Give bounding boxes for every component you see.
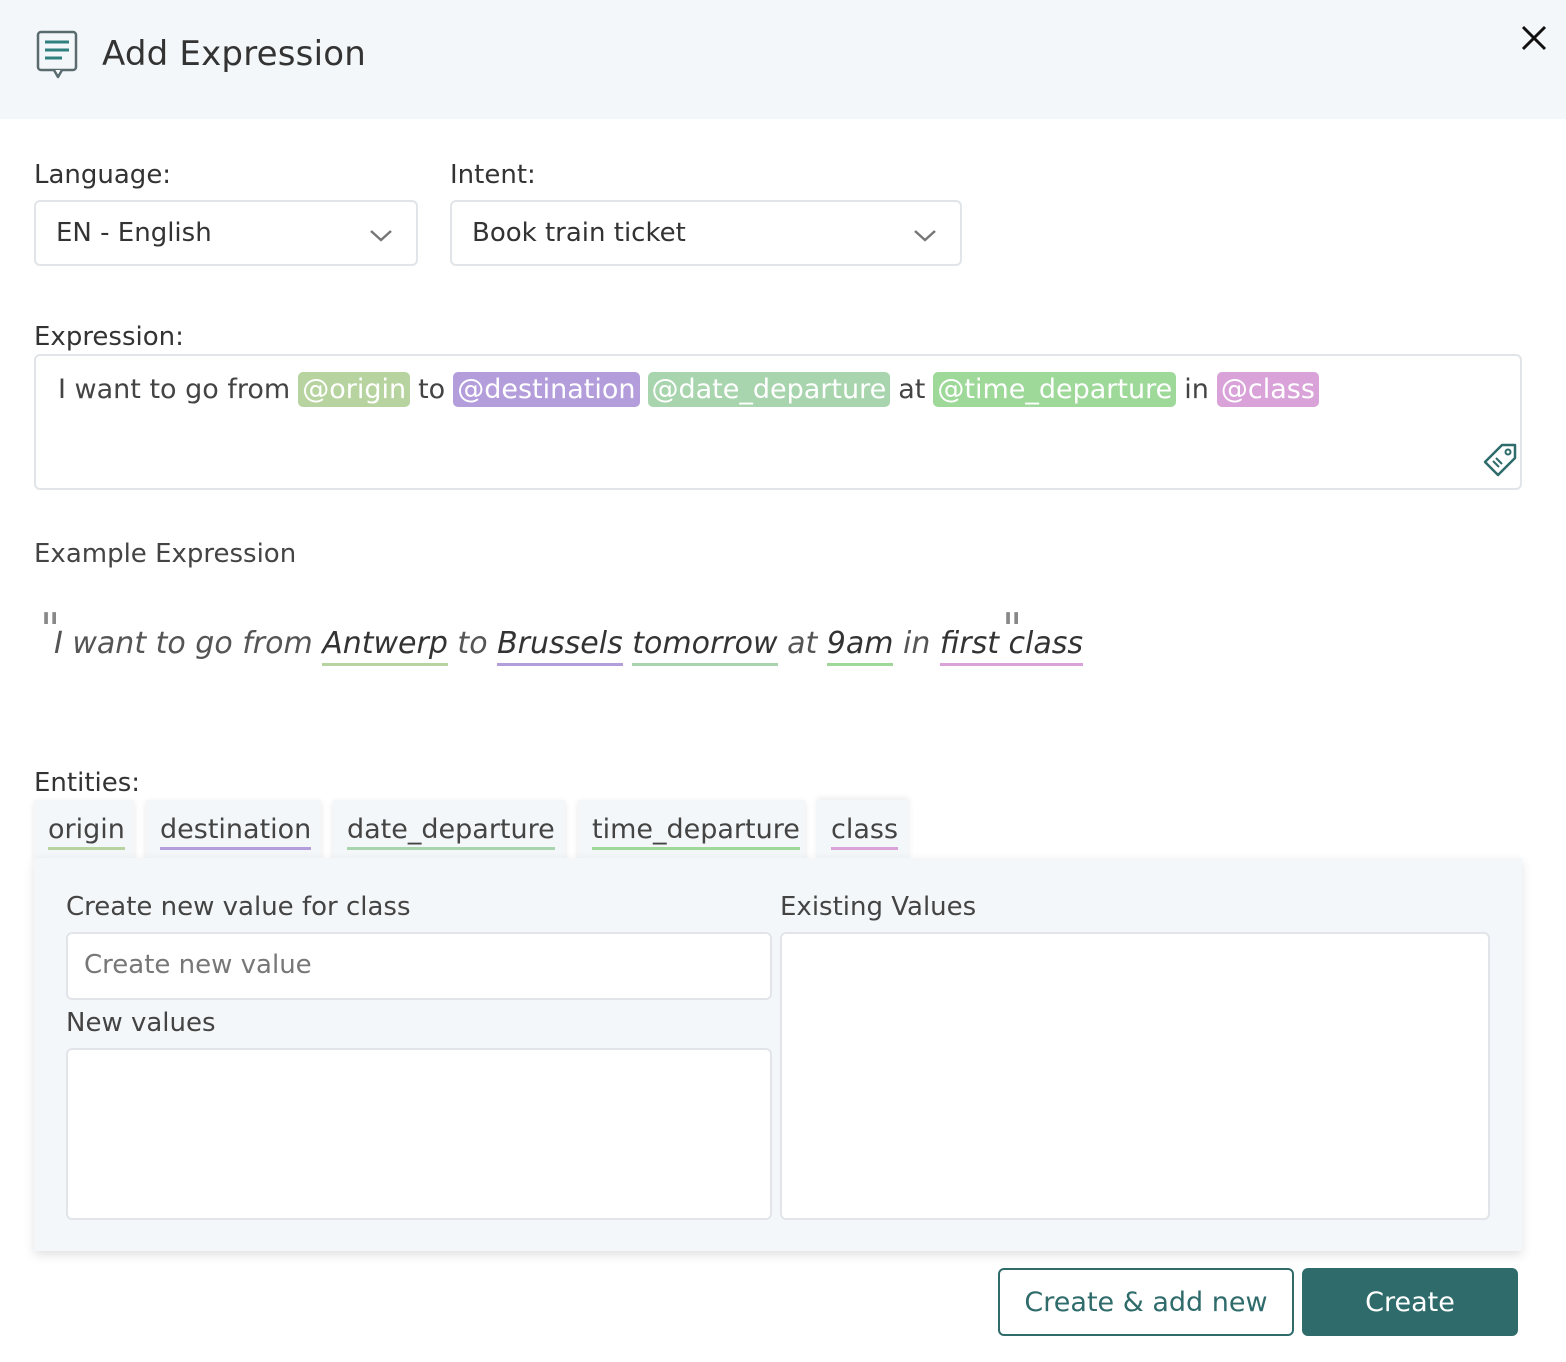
- entity-value-panel: Create new value for class Create new va…: [34, 858, 1522, 1251]
- intent-value: Book train ticket: [472, 218, 686, 248]
- expression-entity-token: @class: [1216, 372, 1319, 407]
- example-text: in: [893, 626, 940, 661]
- entity-tab-label: time_departure: [592, 814, 800, 850]
- example-text: to: [447, 626, 498, 661]
- example-expression-title: Example Expression: [34, 539, 297, 569]
- example-entity: 9am: [826, 626, 894, 666]
- create-value-placeholder: Create new value: [84, 950, 312, 980]
- intent-select[interactable]: Book train ticket: [450, 200, 962, 266]
- modal-header: Add Expression: [0, 0, 1566, 119]
- create-value-input[interactable]: Create new value: [66, 932, 772, 1000]
- example-text: I want to go from: [54, 626, 323, 661]
- expression-entity-token: @destination: [453, 372, 640, 407]
- existing-values-label: Existing Values: [780, 892, 977, 922]
- expression-entity-token: @time_departure: [933, 372, 1177, 407]
- new-values-list[interactable]: [66, 1048, 772, 1220]
- example-entity: tomorrow: [632, 626, 778, 666]
- expression-input[interactable]: I want to go from @origin to @destination @d…: [34, 354, 1522, 490]
- close-quote: ": [1002, 604, 1023, 655]
- entity-tab-origin[interactable]: origin: [34, 800, 134, 860]
- modal-title: Add Expression: [102, 34, 366, 74]
- expression-text-token: I want to go from: [58, 374, 291, 405]
- chevron-down-icon: [370, 230, 392, 242]
- entity-tab-label: destination: [160, 814, 312, 850]
- expression-text: I want to go from @origin to @destination @d…: [54, 372, 1323, 407]
- entity-tab-label: class: [831, 814, 899, 850]
- example-text: at: [777, 626, 827, 661]
- close-button[interactable]: [1514, 18, 1554, 58]
- entity-tab-date_departure[interactable]: date_departure: [333, 800, 565, 860]
- expression-label: Expression:: [34, 322, 184, 352]
- create-button[interactable]: Create: [1302, 1268, 1518, 1336]
- example-expression-text: I want to go from Antwerp to Brussels to…: [54, 626, 1083, 666]
- entity-tab-class[interactable]: class: [817, 800, 909, 860]
- tag-icon[interactable]: [1482, 442, 1518, 478]
- entity-tab-label: date_departure: [347, 814, 555, 850]
- expression-entity-token: @origin: [298, 372, 411, 407]
- expression-text-token: at: [898, 374, 926, 405]
- example-text: [623, 626, 633, 661]
- new-values-label: New values: [66, 1008, 216, 1038]
- expression-entity-token: @date_departure: [647, 372, 891, 407]
- language-select[interactable]: EN - English: [34, 200, 418, 266]
- entities-label: Entities:: [34, 768, 141, 798]
- example-entity: Brussels: [497, 626, 623, 666]
- intent-label: Intent:: [450, 160, 536, 190]
- create-value-label: Create new value for class: [66, 892, 411, 922]
- expression-text-token: in: [1184, 374, 1209, 405]
- entity-tab-label: origin: [48, 814, 125, 850]
- close-icon: [1521, 25, 1547, 51]
- document-chat-icon: [36, 30, 78, 79]
- expression-text-token: to: [418, 374, 446, 405]
- entity-tab-destination[interactable]: destination: [146, 800, 321, 860]
- entity-tab-time_departure[interactable]: time_departure: [578, 800, 805, 860]
- language-value: EN - English: [56, 218, 212, 248]
- language-label: Language:: [34, 160, 172, 190]
- existing-values-list[interactable]: [780, 932, 1490, 1220]
- create-and-add-new-button[interactable]: Create & add new: [998, 1268, 1294, 1336]
- example-entity: Antwerp: [322, 626, 448, 666]
- chevron-down-icon: [914, 230, 936, 242]
